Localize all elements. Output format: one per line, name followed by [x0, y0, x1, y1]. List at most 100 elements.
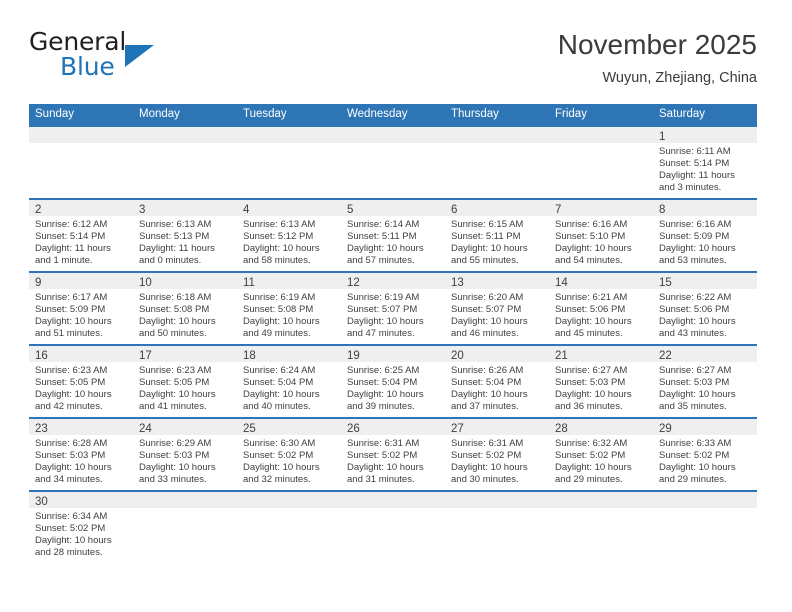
day-number-band: 9 [29, 273, 133, 289]
daylight-text: Daylight: 10 hours and 28 minutes. [35, 535, 112, 559]
day-sun-info: Sunrise: 6:29 AM Sunset: 5:03 PM Daylight:… [133, 435, 237, 486]
day-cell[interactable]: 6 Sunrise: 6:15 AM Sunset: 5:11 PM Daylight… [445, 200, 549, 271]
day-number-band: 10 [133, 273, 237, 289]
day-cell[interactable]: 11 Sunrise: 6:19 AM Sunset: 5:08 PM Dayligh… [237, 273, 341, 344]
sunrise-text: Sunrise: 6:13 AM [243, 219, 316, 230]
day-cell[interactable]: 8 Sunrise: 6:16 AM Sunset: 5:09 PM Daylight… [653, 200, 757, 271]
day-cell[interactable]: 7 Sunrise: 6:16 AM Sunset: 5:10 PM Daylight… [549, 200, 653, 271]
day-cell[interactable]: 5 Sunrise: 6:14 AM Sunset: 5:11 PM Daylight… [341, 200, 445, 271]
daylight-text: Daylight: 10 hours and 46 minutes. [451, 316, 528, 340]
day-sun-info: Sunrise: 6:31 AM Sunset: 5:02 PM Daylight:… [445, 435, 549, 486]
day-number: 5 [347, 204, 354, 216]
daylight-text: Daylight: 10 hours and 32 minutes. [243, 462, 320, 486]
day-number-band: 5 [341, 200, 445, 216]
day-number-band: 24 [133, 419, 237, 435]
week-row: 30 Sunrise: 6:34 AM Sunset: 5:02 PM Dayligh… [29, 490, 757, 563]
sunset-text: Sunset: 5:06 PM [555, 304, 626, 316]
day-number-band: 29 [653, 419, 757, 435]
day-sun-info: Sunrise: 6:30 AM Sunset: 5:02 PM Daylight:… [237, 435, 341, 486]
day-cell[interactable]: 20 Sunrise: 6:26 AM Sunset: 5:04 PM Dayligh… [445, 346, 549, 417]
day-number: 19 [347, 350, 360, 362]
day-cell-empty [341, 127, 445, 198]
sunset-text: Sunset: 5:04 PM [243, 377, 314, 389]
day-cell[interactable]: 21 Sunrise: 6:27 AM Sunset: 5:03 PM Dayligh… [549, 346, 653, 417]
day-number-band: 17 [133, 346, 237, 362]
day-number: 26 [347, 423, 360, 435]
day-cell[interactable]: 26 Sunrise: 6:31 AM Sunset: 5:02 PM Dayligh… [341, 419, 445, 490]
sunrise-text: Sunrise: 6:25 AM [347, 365, 420, 376]
day-cell[interactable]: 27 Sunrise: 6:31 AM Sunset: 5:02 PM Dayligh… [445, 419, 549, 490]
day-cell[interactable]: 16 Sunrise: 6:23 AM Sunset: 5:05 PM Dayligh… [29, 346, 133, 417]
sunrise-text: Sunrise: 6:22 AM [659, 292, 732, 303]
daylight-text: Daylight: 10 hours and 40 minutes. [243, 389, 320, 413]
day-number: 24 [139, 423, 152, 435]
sunrise-text: Sunrise: 6:27 AM [555, 365, 628, 376]
day-number: 27 [451, 423, 464, 435]
day-cell[interactable]: 24 Sunrise: 6:29 AM Sunset: 5:03 PM Dayligh… [133, 419, 237, 490]
daylight-text: Daylight: 10 hours and 45 minutes. [555, 316, 632, 340]
daylight-text: Daylight: 10 hours and 54 minutes. [555, 243, 632, 267]
day-number: 4 [243, 204, 250, 216]
day-cell[interactable]: 23 Sunrise: 6:28 AM Sunset: 5:03 PM Dayligh… [29, 419, 133, 490]
day-cell-empty [237, 492, 341, 563]
sunset-text: Sunset: 5:03 PM [139, 450, 210, 462]
day-cell[interactable]: 13 Sunrise: 6:20 AM Sunset: 5:07 PM Dayligh… [445, 273, 549, 344]
day-number: 7 [555, 204, 562, 216]
day-number-band: 16 [29, 346, 133, 362]
day-cell-empty [445, 127, 549, 198]
day-cell[interactable]: 28 Sunrise: 6:32 AM Sunset: 5:02 PM Dayligh… [549, 419, 653, 490]
weekday-header-friday: Friday [555, 108, 587, 120]
sunrise-text: Sunrise: 6:12 AM [35, 219, 108, 230]
day-cell[interactable]: 4 Sunrise: 6:13 AM Sunset: 5:12 PM Daylight… [237, 200, 341, 271]
sunrise-text: Sunrise: 6:32 AM [555, 438, 628, 449]
day-cell[interactable]: 25 Sunrise: 6:30 AM Sunset: 5:02 PM Dayligh… [237, 419, 341, 490]
day-cell-empty [653, 492, 757, 563]
sunset-text: Sunset: 5:14 PM [35, 231, 106, 243]
day-cell[interactable]: 15 Sunrise: 6:22 AM Sunset: 5:06 PM Dayligh… [653, 273, 757, 344]
day-number-band [341, 127, 445, 143]
weekday-header-sunday: Sunday [35, 108, 75, 120]
day-cell[interactable]: 17 Sunrise: 6:23 AM Sunset: 5:05 PM Dayligh… [133, 346, 237, 417]
day-number-band: 6 [445, 200, 549, 216]
day-number-band: 7 [549, 200, 653, 216]
weekday-header-thursday: Thursday [451, 108, 499, 120]
day-sun-info: Sunrise: 6:27 AM Sunset: 5:03 PM Daylight:… [653, 362, 757, 413]
day-cell[interactable]: 19 Sunrise: 6:25 AM Sunset: 5:04 PM Dayligh… [341, 346, 445, 417]
day-number-band: 4 [237, 200, 341, 216]
sunrise-text: Sunrise: 6:29 AM [139, 438, 212, 449]
day-sun-info: Sunrise: 6:20 AM Sunset: 5:07 PM Daylight:… [445, 289, 549, 340]
day-sun-info: Sunrise: 6:14 AM Sunset: 5:11 PM Daylight:… [341, 216, 445, 267]
day-cell[interactable]: 14 Sunrise: 6:21 AM Sunset: 5:06 PM Dayligh… [549, 273, 653, 344]
daylight-text: Daylight: 10 hours and 34 minutes. [35, 462, 112, 486]
brand-name-secondary: Blue [60, 52, 115, 81]
sunset-text: Sunset: 5:08 PM [139, 304, 210, 316]
day-sun-info: Sunrise: 6:17 AM Sunset: 5:09 PM Daylight:… [29, 289, 133, 340]
day-cell[interactable]: 3 Sunrise: 6:13 AM Sunset: 5:13 PM Daylight… [133, 200, 237, 271]
day-cell[interactable]: 18 Sunrise: 6:24 AM Sunset: 5:04 PM Dayligh… [237, 346, 341, 417]
day-number-band: 19 [341, 346, 445, 362]
sunrise-text: Sunrise: 6:31 AM [347, 438, 420, 449]
day-cell[interactable]: 10 Sunrise: 6:18 AM Sunset: 5:08 PM Dayligh… [133, 273, 237, 344]
day-cell[interactable]: 29 Sunrise: 6:33 AM Sunset: 5:02 PM Dayligh… [653, 419, 757, 490]
daylight-text: Daylight: 10 hours and 43 minutes. [659, 316, 736, 340]
day-sun-info: Sunrise: 6:32 AM Sunset: 5:02 PM Daylight:… [549, 435, 653, 486]
day-number: 22 [659, 350, 672, 362]
day-cell[interactable]: 30 Sunrise: 6:34 AM Sunset: 5:02 PM Dayligh… [29, 492, 133, 563]
day-number-band: 25 [237, 419, 341, 435]
sunset-text: Sunset: 5:04 PM [347, 377, 418, 389]
daylight-text: Daylight: 10 hours and 47 minutes. [347, 316, 424, 340]
day-cell[interactable]: 2 Sunrise: 6:12 AM Sunset: 5:14 PM Daylight… [29, 200, 133, 271]
day-cell[interactable]: 22 Sunrise: 6:27 AM Sunset: 5:03 PM Dayligh… [653, 346, 757, 417]
day-number-band: 22 [653, 346, 757, 362]
day-sun-info: Sunrise: 6:24 AM Sunset: 5:04 PM Daylight:… [237, 362, 341, 413]
daylight-text: Daylight: 10 hours and 49 minutes. [243, 316, 320, 340]
day-cell[interactable]: 12 Sunrise: 6:19 AM Sunset: 5:07 PM Dayligh… [341, 273, 445, 344]
day-cell[interactable]: 9 Sunrise: 6:17 AM Sunset: 5:09 PM Daylight… [29, 273, 133, 344]
daylight-text: Daylight: 10 hours and 29 minutes. [659, 462, 736, 486]
sunrise-text: Sunrise: 6:13 AM [139, 219, 212, 230]
day-cell[interactable]: 1 Sunrise: 6:11 AM Sunset: 5:14 PM Daylight… [653, 127, 757, 198]
daylight-text: Daylight: 10 hours and 53 minutes. [659, 243, 736, 267]
day-number-band: 3 [133, 200, 237, 216]
brand-logo[interactable]: General Blue [29, 28, 269, 88]
sunset-text: Sunset: 5:02 PM [451, 450, 522, 462]
